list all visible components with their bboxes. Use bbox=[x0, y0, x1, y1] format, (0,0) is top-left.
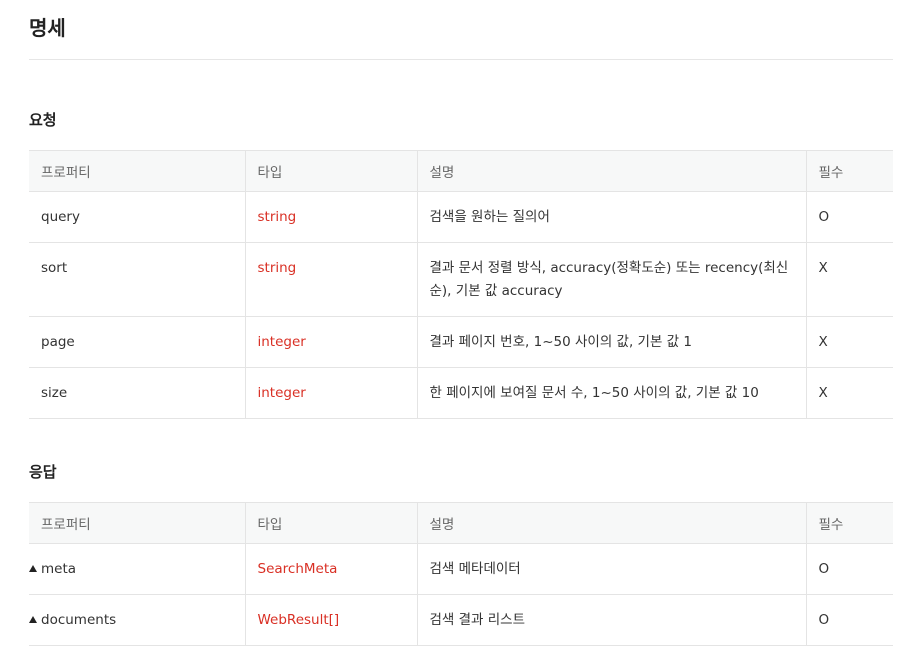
response-section-title: 응답 bbox=[29, 463, 57, 481]
header-type: 타입 bbox=[244, 150, 417, 192]
type-cell: integer bbox=[244, 316, 417, 368]
property-cell: query bbox=[29, 191, 245, 243]
property-cell: size bbox=[29, 367, 245, 419]
header-required: 필수 bbox=[805, 150, 893, 192]
description-cell: 결과 페이지 번호, 1~50 사이의 값, 기본 값 1 bbox=[416, 316, 806, 368]
required-cell: X bbox=[805, 242, 893, 317]
property-cell: sort bbox=[29, 242, 245, 317]
property-name: documents bbox=[41, 612, 117, 628]
header-property: 프로퍼티 bbox=[29, 150, 245, 192]
table-header-row: 프로퍼티 타입 설명 필수 bbox=[29, 502, 893, 544]
type-cell: SearchMeta bbox=[244, 543, 417, 595]
type-cell: integer bbox=[244, 367, 417, 419]
header-required: 필수 bbox=[805, 502, 893, 544]
property-cell: page bbox=[29, 316, 245, 368]
table-row[interactable]: documents WebResult[] 검색 결과 리스트 O bbox=[29, 594, 893, 646]
description-cell: 검색 결과 리스트 bbox=[416, 594, 806, 646]
required-cell: X bbox=[805, 316, 893, 368]
table-row: query string 검색을 원하는 질의어 O bbox=[29, 191, 893, 243]
description-cell: 검색 메타데이터 bbox=[416, 543, 806, 595]
property-cell[interactable]: documents bbox=[29, 594, 245, 646]
request-table: 프로퍼티 타입 설명 필수 query string 검색을 원하는 질의어 O… bbox=[29, 150, 893, 419]
page-title: 명세 bbox=[29, 16, 66, 40]
property-cell[interactable]: meta bbox=[29, 543, 245, 595]
caret-up-icon[interactable] bbox=[29, 616, 37, 623]
required-cell: X bbox=[805, 367, 893, 419]
type-cell: WebResult[] bbox=[244, 594, 417, 646]
required-cell: O bbox=[805, 191, 893, 243]
required-cell: O bbox=[805, 543, 893, 595]
header-description: 설명 bbox=[416, 502, 806, 544]
response-table: 프로퍼티 타입 설명 필수 meta SearchMeta 검색 메타데이터 O… bbox=[29, 502, 893, 646]
table-row: page integer 결과 페이지 번호, 1~50 사이의 값, 기본 값… bbox=[29, 316, 893, 368]
table-row: sort string 결과 문서 정렬 방식, accuracy(정확도순) … bbox=[29, 242, 893, 317]
required-cell: O bbox=[805, 594, 893, 646]
header-property: 프로퍼티 bbox=[29, 502, 245, 544]
type-cell: string bbox=[244, 191, 417, 243]
table-row: size integer 한 페이지에 보여질 문서 수, 1~50 사이의 값… bbox=[29, 367, 893, 419]
property-name: meta bbox=[41, 561, 77, 577]
table-row[interactable]: meta SearchMeta 검색 메타데이터 O bbox=[29, 543, 893, 595]
header-type: 타입 bbox=[244, 502, 417, 544]
type-cell: string bbox=[244, 242, 417, 317]
table-header-row: 프로퍼티 타입 설명 필수 bbox=[29, 150, 893, 192]
description-cell: 결과 문서 정렬 방식, accuracy(정확도순) 또는 recency(최… bbox=[416, 242, 806, 317]
description-cell: 검색을 원하는 질의어 bbox=[416, 191, 806, 243]
header-description: 설명 bbox=[416, 150, 806, 192]
request-section-title: 요청 bbox=[29, 111, 57, 129]
caret-up-icon[interactable] bbox=[29, 565, 37, 572]
description-cell: 한 페이지에 보여질 문서 수, 1~50 사이의 값, 기본 값 10 bbox=[416, 367, 806, 419]
title-divider bbox=[29, 59, 893, 60]
